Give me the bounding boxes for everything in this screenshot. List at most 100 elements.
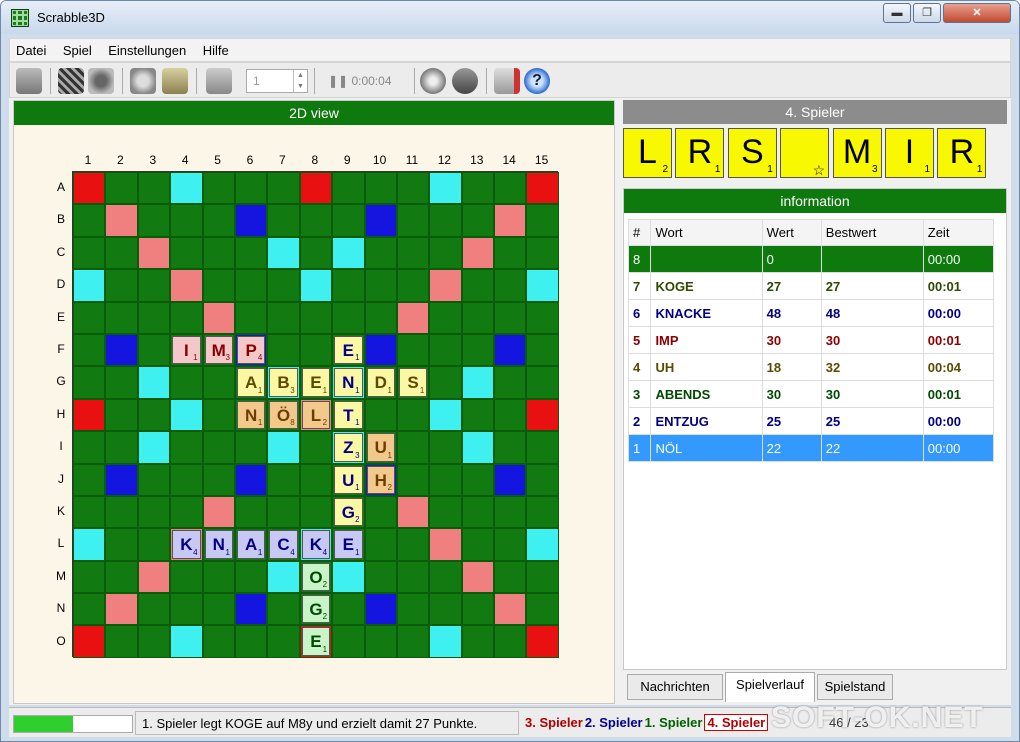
board-cell[interactable]	[429, 495, 462, 529]
board-cell[interactable]	[105, 172, 138, 205]
board-cell[interactable]	[234, 269, 268, 302]
rack-tile[interactable]: S1	[727, 128, 777, 178]
pause-icon[interactable]: ❚❚	[328, 74, 348, 88]
board-cell[interactable]	[73, 625, 106, 658]
board-cell[interactable]	[105, 366, 138, 399]
board-cell[interactable]	[202, 204, 235, 237]
board-tile[interactable]: K4	[301, 530, 331, 559]
tab-nachrichten[interactable]: Nachrichten	[627, 674, 723, 700]
new-game-icon[interactable]	[58, 68, 84, 94]
network-disconnect-icon[interactable]	[452, 68, 478, 94]
board-cell[interactable]	[332, 204, 365, 237]
board-cell[interactable]	[429, 528, 462, 561]
board-tile[interactable]: D1	[366, 368, 395, 397]
rack-tile[interactable]: M3	[832, 128, 882, 178]
board-cell[interactable]	[364, 398, 397, 432]
board-cell[interactable]	[429, 236, 462, 270]
board-cell[interactable]	[461, 333, 495, 367]
board-cell[interactable]	[461, 593, 495, 626]
board-tile[interactable]: P4	[236, 335, 266, 365]
board-cell[interactable]	[137, 269, 171, 302]
board-tile[interactable]: H2	[366, 465, 395, 494]
board-cell[interactable]	[137, 528, 171, 561]
board-cell[interactable]	[396, 172, 430, 205]
board-cell[interactable]	[73, 172, 106, 205]
tab-spielverlauf[interactable]: Spielverlauf	[725, 672, 815, 702]
board-cell[interactable]: N1	[234, 398, 268, 432]
board-cell[interactable]	[396, 236, 430, 270]
rack-tile[interactable]: ☆	[780, 128, 830, 178]
board-cell[interactable]	[494, 301, 527, 334]
column-header[interactable]: Wort	[650, 219, 763, 246]
board-cell[interactable]	[267, 431, 300, 464]
board-cell[interactable]: U1	[332, 463, 365, 496]
board-cell[interactable]	[105, 301, 138, 334]
board-cell[interactable]	[429, 333, 462, 367]
board-cell[interactable]	[526, 431, 559, 464]
board-cell[interactable]: G2	[299, 593, 333, 626]
board-tile[interactable]: E1	[334, 335, 363, 365]
rack-tile[interactable]: R1	[937, 128, 987, 178]
board-cell[interactable]	[364, 625, 397, 658]
board-cell[interactable]	[202, 172, 235, 205]
board-cell[interactable]	[137, 398, 171, 432]
board-cell[interactable]	[234, 593, 268, 626]
board-cell[interactable]	[461, 366, 495, 399]
board-cell[interactable]	[137, 495, 171, 529]
board-cell[interactable]	[170, 366, 203, 399]
board-tile[interactable]: A1	[236, 530, 266, 559]
board-cell[interactable]	[137, 431, 171, 464]
board-cell[interactable]	[73, 431, 106, 464]
board-cell[interactable]	[494, 398, 527, 432]
board-cell[interactable]	[429, 366, 462, 399]
board-cell[interactable]	[332, 269, 365, 302]
board-cell[interactable]	[429, 560, 462, 594]
table-row[interactable]: 5 IMP 30 30 00:01	[627, 326, 995, 354]
board-cell[interactable]	[332, 172, 365, 205]
rules-icon[interactable]	[494, 68, 520, 94]
board-tile[interactable]: I1	[172, 335, 201, 365]
board-cell[interactable]	[137, 301, 171, 334]
board-tile[interactable]: G2	[301, 595, 331, 624]
board-cell[interactable]	[105, 236, 138, 270]
board-cell[interactable]	[461, 463, 495, 496]
board-cell[interactable]	[461, 495, 495, 529]
board-cell[interactable]: U1	[364, 431, 397, 464]
board-cell[interactable]	[494, 495, 527, 529]
board-cell[interactable]	[332, 236, 365, 270]
board-cell[interactable]	[170, 236, 203, 270]
close-button[interactable]: ✕	[943, 3, 1011, 23]
board-cell[interactable]	[364, 204, 397, 237]
board-cell[interactable]	[299, 495, 333, 529]
board-cell[interactable]	[73, 593, 106, 626]
board-cell[interactable]	[234, 560, 268, 594]
board-cell[interactable]	[429, 625, 462, 658]
board-cell[interactable]	[396, 495, 430, 529]
board-cell[interactable]	[299, 172, 333, 205]
board-cell[interactable]	[526, 593, 559, 626]
network-icon[interactable]	[420, 68, 446, 94]
board-cell[interactable]	[494, 333, 527, 367]
board-cell[interactable]	[137, 333, 171, 367]
board-tile[interactable]: M3	[204, 335, 233, 365]
board-cell[interactable]	[364, 528, 397, 561]
board-cell[interactable]	[299, 301, 333, 334]
board-cell[interactable]	[526, 366, 559, 399]
board-cell[interactable]	[494, 593, 527, 626]
board-cell[interactable]	[299, 236, 333, 270]
board-cell[interactable]: K4	[170, 528, 203, 561]
board-cell[interactable]	[170, 172, 203, 205]
board-cell[interactable]	[526, 463, 559, 496]
board-cell[interactable]	[170, 301, 203, 334]
board-cell[interactable]	[332, 625, 365, 658]
board-cell[interactable]	[396, 333, 430, 367]
board-cell[interactable]	[526, 528, 559, 561]
board-cell[interactable]: M3	[202, 333, 235, 367]
board-cell[interactable]	[396, 269, 430, 302]
board-cell[interactable]	[299, 333, 333, 367]
column-header[interactable]: Zeit	[922, 219, 995, 246]
board-cell[interactable]	[170, 625, 203, 658]
board-cell[interactable]	[396, 398, 430, 432]
table-row[interactable]: 6 KNACKE 48 48 00:00	[627, 299, 995, 327]
board-cell[interactable]	[364, 236, 397, 270]
